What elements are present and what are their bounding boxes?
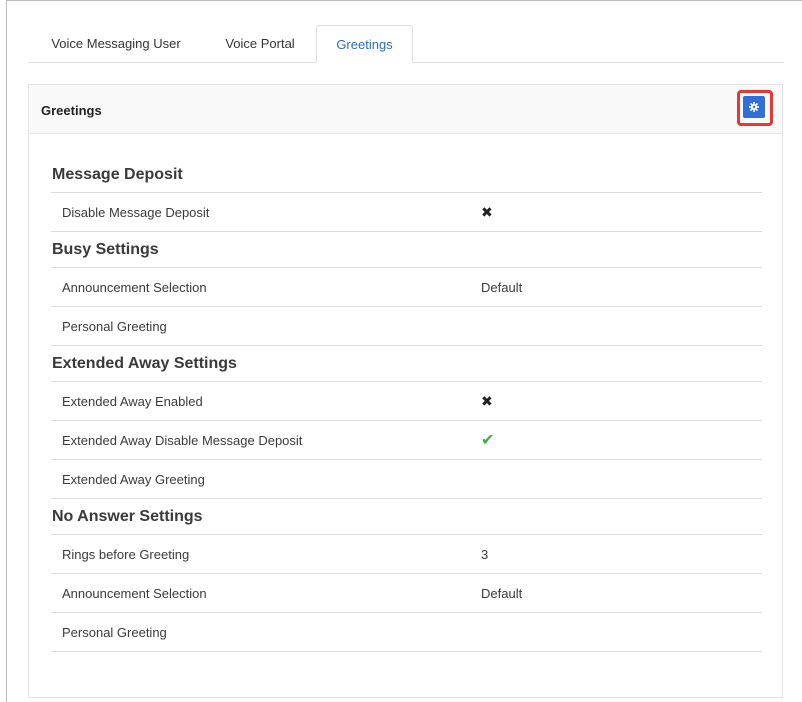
- list-item: Extended Away Enabled ✖: [51, 382, 762, 421]
- x-icon: ✖: [481, 393, 493, 409]
- list-item: Personal Greeting: [51, 613, 762, 652]
- gear-icon: [749, 102, 759, 112]
- row-label: Announcement Selection: [62, 280, 207, 295]
- tab-bar: Voice Messaging User Voice Portal Greeti…: [28, 25, 784, 63]
- row-value: Default: [481, 586, 523, 601]
- row-label: Personal Greeting: [62, 319, 167, 334]
- panel-title: Greetings: [41, 103, 102, 118]
- section-title-message-deposit: Message Deposit: [51, 157, 762, 193]
- list-item: Announcement Selection Default: [51, 268, 762, 307]
- tab-voice-messaging-user[interactable]: Voice Messaging User: [28, 25, 204, 62]
- row-label: Announcement Selection: [62, 586, 207, 601]
- tab-greetings[interactable]: Greetings: [316, 25, 413, 63]
- check-icon: ✔: [481, 432, 495, 449]
- row-label: Extended Away Disable Message Deposit: [62, 433, 303, 448]
- section-title-busy-settings: Busy Settings: [51, 232, 762, 268]
- list-item: Disable Message Deposit ✖: [51, 193, 762, 232]
- row-label: Rings before Greeting: [62, 547, 190, 562]
- row-value: Default: [481, 280, 523, 295]
- row-label: Disable Message Deposit: [62, 205, 210, 220]
- panel-header: Greetings: [29, 85, 782, 134]
- settings-button[interactable]: [743, 96, 765, 118]
- greetings-panel: Greetings Message Deposit Disable Messag…: [28, 84, 783, 698]
- x-icon: ✖: [481, 204, 493, 220]
- list-item: Personal Greeting: [51, 307, 762, 346]
- greetings-settings-list: Message Deposit Disable Message Deposit …: [51, 157, 762, 652]
- row-label: Personal Greeting: [62, 625, 167, 640]
- row-label: Extended Away Greeting: [62, 472, 205, 487]
- row-label: Extended Away Enabled: [62, 394, 203, 409]
- list-item: Announcement Selection Default: [51, 574, 762, 613]
- section-title-extended-away-settings: Extended Away Settings: [51, 346, 762, 382]
- section-title-no-answer-settings: No Answer Settings: [51, 499, 762, 535]
- list-item: Extended Away Greeting: [51, 460, 762, 499]
- tab-voice-portal[interactable]: Voice Portal: [204, 25, 316, 62]
- list-item: Extended Away Disable Message Deposit ✔: [51, 421, 762, 460]
- row-value: 3: [481, 547, 489, 562]
- list-item: Rings before Greeting 3: [51, 535, 762, 574]
